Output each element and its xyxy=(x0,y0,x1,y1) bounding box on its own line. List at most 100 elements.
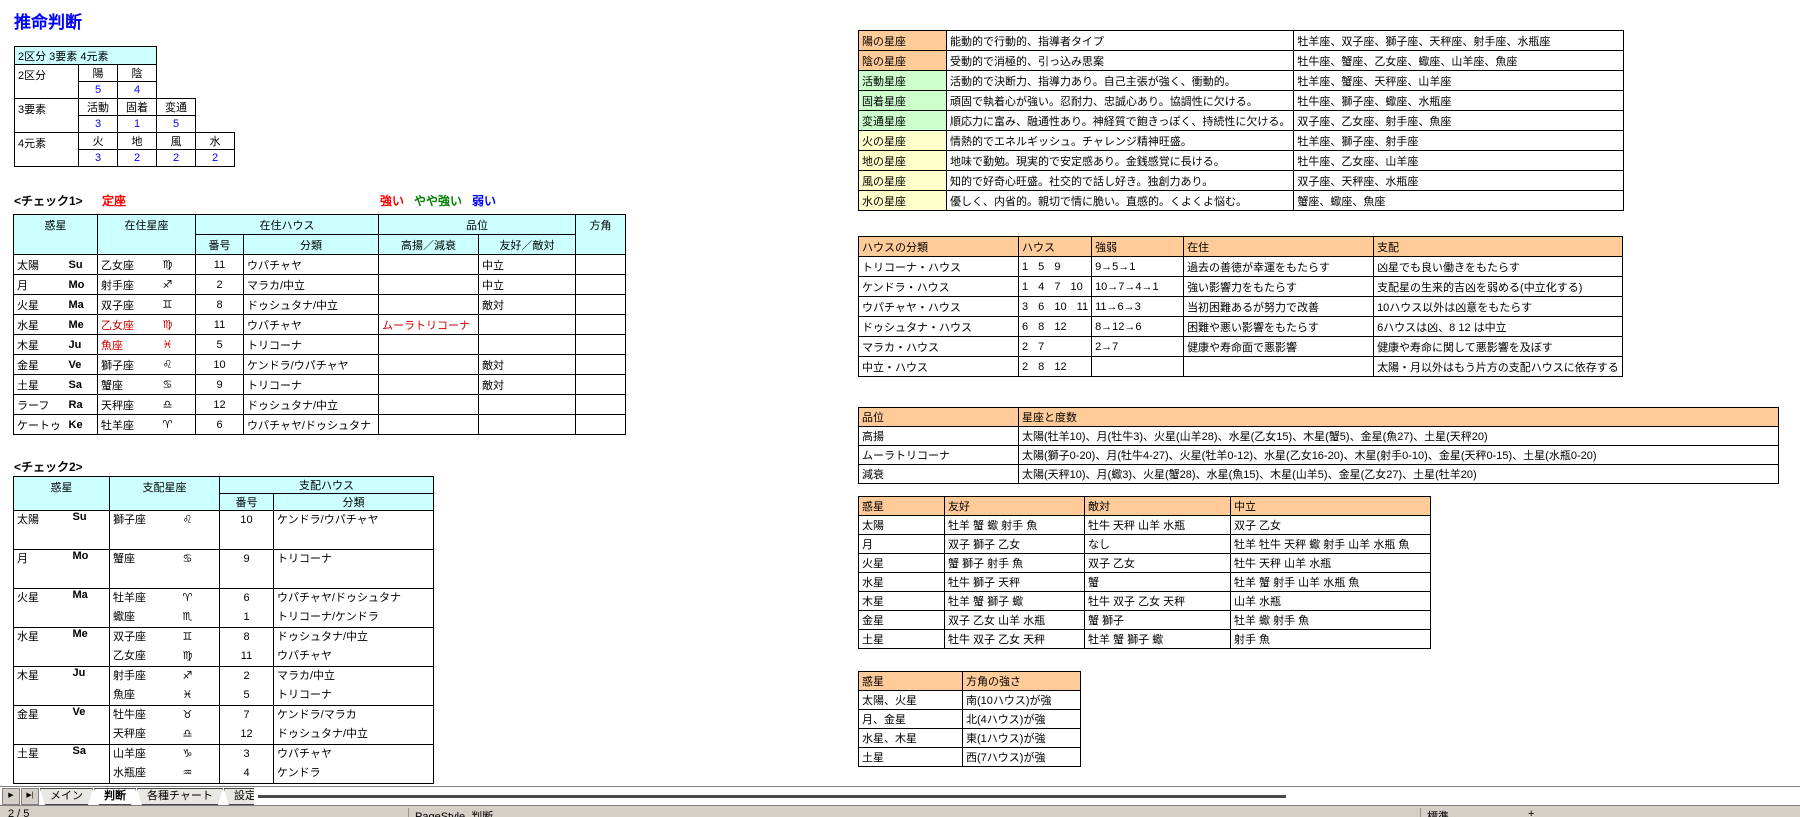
check1-planet-abbr[interactable]: Ve xyxy=(66,355,98,375)
directions-table-header[interactable]: 惑星 xyxy=(859,672,963,691)
check1-house-class[interactable]: トリコーナ xyxy=(244,335,379,355)
check1-exalt[interactable] xyxy=(379,395,479,415)
check2-house-num[interactable]: 25 xyxy=(220,667,274,706)
check2-sign[interactable]: 蟹座 xyxy=(110,550,180,589)
directions-table-cell[interactable]: 西(7ハウス)が強 xyxy=(963,748,1081,767)
sign-type-label[interactable]: 火の星座 xyxy=(859,131,947,151)
sign-type-signs[interactable]: 牡牛座、蟹座、乙女座、蠍座、山羊座、魚座 xyxy=(1294,51,1624,71)
check2-header-planet[interactable]: 惑星 xyxy=(14,477,110,511)
friendship-table-cell[interactable]: 牡牛 獅子 天秤 xyxy=(945,573,1085,592)
house-classes-table-cell[interactable]: 2 7 xyxy=(1019,337,1092,357)
check1-sign-symbol[interactable]: ♍ xyxy=(160,315,196,335)
check1-exalt[interactable] xyxy=(379,275,479,295)
check2-house-num[interactable]: 811 xyxy=(220,628,274,667)
sign-type-signs[interactable]: 牡羊座、双子座、獅子座、天秤座、射手座、水瓶座 xyxy=(1294,31,1624,51)
check1-planet-abbr[interactable]: Ma xyxy=(66,295,98,315)
zoom-plus-button[interactable]: + xyxy=(1528,808,1534,817)
check2-planet-abbr[interactable]: Ju xyxy=(70,667,110,706)
friendship-table-cell[interactable]: 牡羊 蟹 獅子 蠍 xyxy=(945,592,1085,611)
summary-col-header[interactable]: 活動 xyxy=(79,99,118,116)
house-classes-table-cell[interactable]: 凶星でも良い働きをもたらす xyxy=(1374,257,1623,277)
check2-header-sign[interactable]: 支配星座 xyxy=(110,477,220,511)
friendship-table-header[interactable]: 惑星 xyxy=(859,497,945,516)
check1-planet-abbr[interactable]: Me xyxy=(66,315,98,335)
house-classes-table-cell[interactable]: 10ハウス以外は凶意をもたらす xyxy=(1374,297,1623,317)
sign-type-label[interactable]: 水の星座 xyxy=(859,191,947,211)
house-classes-table-cell[interactable]: 2→7 xyxy=(1092,337,1184,357)
check1-planet[interactable]: 木星 xyxy=(14,335,66,355)
house-classes-table-header[interactable]: 強弱 xyxy=(1092,237,1184,257)
summary-value[interactable]: 5 xyxy=(79,82,118,99)
summary-value[interactable]: 1 xyxy=(118,116,157,133)
check1-direction[interactable] xyxy=(576,375,626,395)
check1-house-num[interactable]: 12 xyxy=(196,395,244,415)
friendship-table-cell[interactable]: 牡羊 蠍 射手 魚 xyxy=(1231,611,1431,630)
check2-sign[interactable]: 山羊座水瓶座 xyxy=(110,745,180,784)
house-classes-table-cell[interactable]: 過去の善徳が幸運をもたらす xyxy=(1184,257,1374,277)
house-classes-table-cell[interactable]: 6 8 12 xyxy=(1019,317,1092,337)
sign-type-desc[interactable]: 知的で好奇心旺盛。社交的で話し好き。独創力あり。 xyxy=(947,171,1294,191)
check1-sign-symbol[interactable]: ♐ xyxy=(160,275,196,295)
check1-friend[interactable]: 敵対 xyxy=(479,375,576,395)
check2-house-class[interactable]: ウパチャヤケンドラ xyxy=(274,745,434,784)
check1-sign-symbol[interactable]: ♌ xyxy=(160,355,196,375)
sign-type-signs[interactable]: 双子座、天秤座、水瓶座 xyxy=(1294,171,1624,191)
check1-header-friend[interactable]: 友好／敵対 xyxy=(479,235,576,255)
check1-header-exalt[interactable]: 高揚／減衰 xyxy=(379,235,479,255)
directions-table-cell[interactable]: 水星、木星 xyxy=(859,729,963,748)
check1-house-num[interactable]: 8 xyxy=(196,295,244,315)
friendship-table-cell[interactable]: 牡牛 双子 乙女 天秤 xyxy=(1085,592,1231,611)
summary-col-header[interactable]: 陰 xyxy=(118,65,157,82)
house-classes-table-cell[interactable]: 困難や悪い影響をもたらす xyxy=(1184,317,1374,337)
summary-col-header[interactable]: 地 xyxy=(118,133,157,150)
check1-direction[interactable] xyxy=(576,255,626,275)
check2-house-class[interactable]: トリコーナ xyxy=(274,550,434,589)
house-classes-table-cell[interactable]: ウパチャヤ・ハウス xyxy=(859,297,1019,317)
house-classes-table-header[interactable]: 在住 xyxy=(1184,237,1374,257)
friendship-table-cell[interactable]: 双子 乙女 xyxy=(1231,516,1431,535)
summary-col-header[interactable]: 固着 xyxy=(118,99,157,116)
dignity-table-cell[interactable]: 減衰 xyxy=(859,465,1019,484)
house-classes-table-cell[interactable]: トリコーナ・ハウス xyxy=(859,257,1019,277)
summary-col-header[interactable]: 変通 xyxy=(157,99,196,116)
check2-house-num[interactable]: 9 xyxy=(220,550,274,589)
house-classes-table-cell[interactable]: 強い影響力をもたらす xyxy=(1184,277,1374,297)
check2-header-num[interactable]: 番号 xyxy=(220,494,274,511)
summary-value[interactable]: 3 xyxy=(79,150,118,167)
check1-friend[interactable] xyxy=(479,335,576,355)
dignity-table-header[interactable]: 品位 xyxy=(859,408,1019,427)
check2-header-class[interactable]: 分類 xyxy=(274,494,434,511)
check1-house-class[interactable]: ドゥシュタナ/中立 xyxy=(244,395,379,415)
check2-house-class[interactable]: ケンドラ/マラカドゥシュタナ/中立 xyxy=(274,706,434,745)
check2-planet[interactable]: 月 xyxy=(14,550,70,589)
check2-planet[interactable]: 火星 xyxy=(14,589,70,628)
check1-house-num[interactable]: 11 xyxy=(196,255,244,275)
check2-sign[interactable]: 射手座魚座 xyxy=(110,667,180,706)
check2-planet-abbr[interactable]: Ma xyxy=(70,589,110,628)
check2-sign[interactable]: 獅子座 xyxy=(110,511,180,550)
directions-table-header[interactable]: 方角の強さ xyxy=(963,672,1081,691)
house-classes-table-cell[interactable]: 3 6 10 11 xyxy=(1019,297,1092,317)
check1-house-class[interactable]: ドゥシュタナ/中立 xyxy=(244,295,379,315)
sign-type-desc[interactable]: 情熱的でエネルギッシュ。チャレンジ精神旺盛。 xyxy=(947,131,1294,151)
sign-type-signs[interactable]: 牡牛座、乙女座、山羊座 xyxy=(1294,151,1624,171)
house-classes-table-cell[interactable]: 10→7→4→1 xyxy=(1092,277,1184,297)
check1-direction[interactable] xyxy=(576,315,626,335)
friendship-table-cell[interactable]: 蟹 xyxy=(1085,573,1231,592)
check1-exalt[interactable]: ムーラトリコーナ xyxy=(379,315,479,335)
check1-planet-abbr[interactable]: Sa xyxy=(66,375,98,395)
summary-value[interactable]: 5 xyxy=(157,116,196,133)
house-classes-table-cell[interactable]: 当初困難あるが努力で改善 xyxy=(1184,297,1374,317)
check1-sign-symbol[interactable]: ♎ xyxy=(160,395,196,415)
house-classes-table-cell[interactable]: ケンドラ・ハウス xyxy=(859,277,1019,297)
check1-house-num[interactable]: 2 xyxy=(196,275,244,295)
check1-friend[interactable]: 敵対 xyxy=(479,295,576,315)
check1-friend[interactable]: 中立 xyxy=(479,255,576,275)
check2-planet-abbr[interactable]: Ve xyxy=(70,706,110,745)
check1-planet[interactable]: ケートゥ xyxy=(14,415,66,435)
check2-sign-symbol[interactable]: ♑♒ xyxy=(180,745,220,784)
check1-sign[interactable]: 乙女座 xyxy=(98,315,160,335)
check1-sign[interactable]: 魚座 xyxy=(98,335,160,355)
house-classes-table-cell[interactable]: 2 8 12 xyxy=(1019,357,1092,377)
check1-house-class[interactable]: ケンドラ/ウパチャヤ xyxy=(244,355,379,375)
